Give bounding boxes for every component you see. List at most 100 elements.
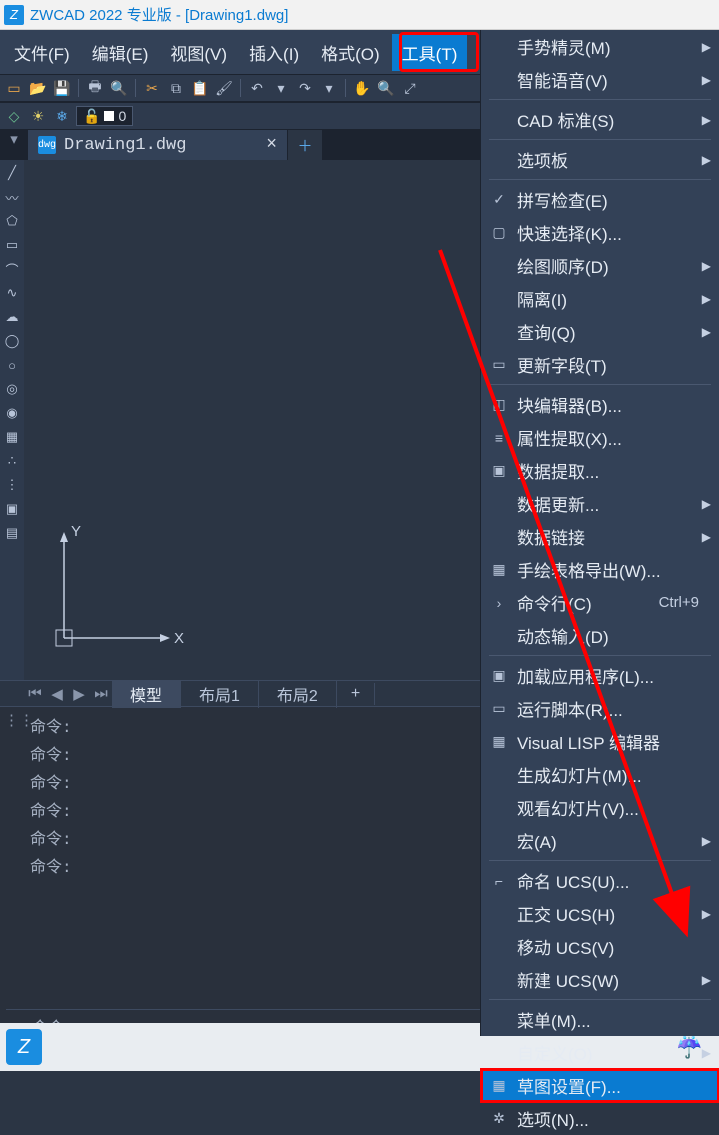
table-icon[interactable]: ▤ bbox=[3, 524, 21, 542]
layer-state-icon[interactable]: ☀ bbox=[28, 106, 48, 126]
menu-item[interactable]: 宏(A)▶ bbox=[481, 824, 719, 857]
menu-item[interactable]: ▭运行脚本(R)... bbox=[481, 692, 719, 725]
print-icon[interactable]: 🖶 bbox=[85, 78, 105, 98]
menu-item[interactable]: 观看幻灯片(V)... bbox=[481, 791, 719, 824]
paste-icon[interactable]: 📋 bbox=[190, 78, 210, 98]
zoom-icon[interactable]: 🔍 bbox=[376, 78, 396, 98]
menu-item-icon: ▭ bbox=[489, 356, 509, 373]
view-tab-model[interactable]: 模型 bbox=[112, 680, 181, 708]
menu-item[interactable]: 生成幻灯片(M)... bbox=[481, 758, 719, 791]
line-icon[interactable]: ╱ bbox=[3, 164, 21, 182]
polygon-icon[interactable]: ⬠ bbox=[3, 212, 21, 230]
menu-item[interactable]: ▣数据提取... bbox=[481, 454, 719, 487]
redo-icon[interactable]: ↷ bbox=[295, 78, 315, 98]
menu-item[interactable]: 移动 UCS(V) bbox=[481, 930, 719, 963]
menu-item[interactable]: 数据链接▶ bbox=[481, 520, 719, 553]
layer-freeze-icon[interactable]: ❄ bbox=[52, 106, 72, 126]
menu-item[interactable]: 查询(Q)▶ bbox=[481, 315, 719, 348]
pan-icon[interactable]: ✋ bbox=[352, 78, 372, 98]
menu-item[interactable]: 菜单(M)... bbox=[481, 1003, 719, 1036]
app-icon: Z bbox=[4, 5, 24, 25]
new-document-tab[interactable]: ＋ bbox=[288, 130, 322, 160]
menu-item-icon: ≡ bbox=[489, 430, 509, 446]
vtab-next-icon[interactable]: ▶ bbox=[68, 685, 90, 703]
view-tab-layout1[interactable]: 布局1 bbox=[181, 680, 259, 708]
menu-item[interactable]: ›命令行(C)Ctrl+9 bbox=[481, 586, 719, 619]
vtab-first-icon[interactable]: ⏮ bbox=[24, 685, 46, 702]
hatch-icon[interactable]: ▦ bbox=[3, 428, 21, 446]
menu-separator bbox=[489, 999, 711, 1000]
menu-item[interactable]: ≡属性提取(X)... bbox=[481, 421, 719, 454]
menu-item[interactable]: ✓拼写检查(E) bbox=[481, 183, 719, 216]
menu-item[interactable]: 绘图顺序(D)▶ bbox=[481, 249, 719, 282]
menu-item-label: 数据链接 bbox=[517, 524, 585, 549]
menu-item[interactable]: ▣加载应用程序(L)... bbox=[481, 659, 719, 692]
submenu-arrow-icon: ▶ bbox=[702, 497, 711, 511]
menu-item-label: 数据提取... bbox=[517, 458, 599, 483]
menu-item[interactable]: 手势精灵(M)▶ bbox=[481, 30, 719, 63]
menu-item[interactable]: 自定义(O)▶ bbox=[481, 1036, 719, 1069]
divide-icon[interactable]: ⋮ bbox=[3, 476, 21, 494]
point-icon[interactable]: ∴ bbox=[3, 452, 21, 470]
menu-item[interactable]: ⌐命名 UCS(U)... bbox=[481, 864, 719, 897]
preview-icon[interactable]: 🔍 bbox=[109, 78, 129, 98]
menu-item[interactable]: ◫块编辑器(B)... bbox=[481, 388, 719, 421]
menu-item[interactable]: ✲选项(N)... bbox=[481, 1102, 719, 1135]
menu-item[interactable]: 正交 UCS(H)▶ bbox=[481, 897, 719, 930]
layer-combo[interactable]: 🔓 0 bbox=[76, 106, 133, 126]
view-tab-layout2[interactable]: 布局2 bbox=[259, 680, 337, 708]
ellipse-icon[interactable]: ◯ bbox=[3, 332, 21, 350]
polyline-icon[interactable]: 〰 bbox=[3, 188, 21, 206]
copy-icon[interactable]: ⧉ bbox=[166, 78, 186, 98]
cmd-handle-icon[interactable]: ⋮⋮ bbox=[4, 711, 34, 729]
save-icon[interactable]: 💾 bbox=[52, 78, 72, 98]
menu-item-label: 选项板 bbox=[517, 147, 568, 172]
undo-icon[interactable]: ↶ bbox=[247, 78, 267, 98]
arc-icon[interactable]: ⌒ bbox=[3, 260, 21, 278]
menu-item[interactable]: 新建 UCS(W)▶ bbox=[481, 963, 719, 996]
vtab-last-icon[interactable]: ⏭ bbox=[90, 685, 112, 702]
doctab-handle-icon[interactable]: ▾ bbox=[4, 130, 24, 148]
undo-drop-icon[interactable]: ▾ bbox=[271, 78, 291, 98]
circle2-icon[interactable]: ◎ bbox=[3, 380, 21, 398]
rectangle-icon[interactable]: ▭ bbox=[3, 236, 21, 254]
menu-item-label: 命名 UCS(U)... bbox=[517, 868, 629, 893]
vtab-prev-icon[interactable]: ◀ bbox=[46, 685, 68, 703]
tools-dropdown: 手势精灵(M)▶智能语音(V)▶CAD 标准(S)▶选项板▶✓拼写检查(E)▢快… bbox=[480, 30, 719, 1036]
donut-icon[interactable]: ◉ bbox=[3, 404, 21, 422]
menu-item[interactable]: 隔离(I)▶ bbox=[481, 282, 719, 315]
menu-item[interactable]: ▢快速选择(K)... bbox=[481, 216, 719, 249]
menu-view[interactable]: 视图(V) bbox=[160, 34, 237, 71]
open-icon[interactable]: 📂 bbox=[28, 78, 48, 98]
taskbar-app-icon[interactable]: Z bbox=[6, 1029, 42, 1065]
menu-tools[interactable]: 工具(T) bbox=[392, 34, 468, 71]
menu-format[interactable]: 格式(O) bbox=[311, 34, 390, 71]
menu-insert[interactable]: 插入(I) bbox=[239, 34, 309, 71]
menu-edit[interactable]: 编辑(E) bbox=[82, 34, 159, 71]
menu-item[interactable]: 选项板▶ bbox=[481, 143, 719, 176]
menu-item[interactable]: CAD 标准(S)▶ bbox=[481, 103, 719, 136]
menu-item[interactable]: ▦Visual LISP 编辑器 bbox=[481, 725, 719, 758]
cut-icon[interactable]: ✂ bbox=[142, 78, 162, 98]
document-tab[interactable]: dwg Drawing1.dwg × bbox=[28, 130, 288, 160]
menu-item[interactable]: 智能语音(V)▶ bbox=[481, 63, 719, 96]
menu-item[interactable]: 数据更新...▶ bbox=[481, 487, 719, 520]
close-icon[interactable]: × bbox=[266, 135, 277, 155]
menu-item[interactable]: ▦手绘表格导出(W)... bbox=[481, 553, 719, 586]
circle-icon[interactable]: ○ bbox=[3, 356, 21, 374]
menu-item[interactable]: ▭更新字段(T) bbox=[481, 348, 719, 381]
view-tab-add[interactable]: + bbox=[337, 683, 375, 705]
redo-drop-icon[interactable]: ▾ bbox=[319, 78, 339, 98]
menu-item[interactable]: ▦草图设置(F)... bbox=[481, 1069, 719, 1102]
menu-item[interactable]: 动态输入(D) bbox=[481, 619, 719, 652]
menu-item-label: 拼写检查(E) bbox=[517, 187, 608, 212]
layer-manager-icon[interactable]: ◇ bbox=[4, 106, 24, 126]
block-icon[interactable]: ▣ bbox=[3, 500, 21, 518]
cloud-icon[interactable]: ☁ bbox=[3, 308, 21, 326]
submenu-arrow-icon: ▶ bbox=[702, 113, 711, 127]
spline-icon[interactable]: ∿ bbox=[3, 284, 21, 302]
menu-file[interactable]: 文件(F) bbox=[4, 34, 80, 71]
new-icon[interactable]: ▭ bbox=[4, 78, 24, 98]
zoom-window-icon[interactable]: ⤢ bbox=[400, 78, 420, 98]
matchprop-icon[interactable]: 🖌 bbox=[214, 78, 234, 98]
